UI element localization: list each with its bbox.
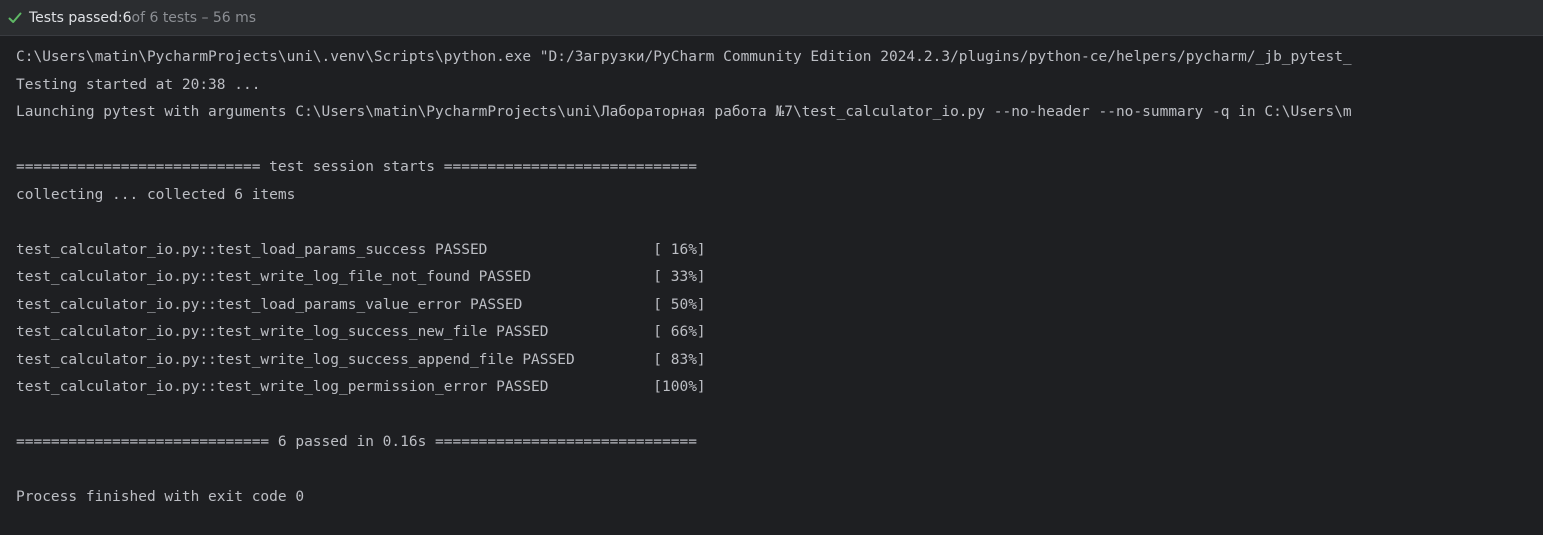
console-line: collecting ... collected 6 items (16, 186, 296, 203)
console-line: test_calculator_io.py::test_write_log_fi… (16, 269, 706, 285)
console-output[interactable]: C:\Users\matin\PycharmProjects\uni\.venv… (0, 44, 1543, 535)
tests-passed-count: 6 (122, 9, 132, 26)
console-line: ============================= 6 passed i… (16, 434, 697, 450)
console-line: test_calculator_io.py::test_load_params_… (16, 296, 706, 313)
tests-total-text: of 6 tests – 56 ms (131, 9, 257, 26)
console-line: C:\Users\matin\PycharmProjects\uni\.venv… (16, 49, 1352, 65)
console-line: test_calculator_io.py::test_load_params_… (16, 241, 706, 258)
console-line: test_calculator_io.py::test_write_log_su… (16, 351, 706, 368)
console-line: Process finished with exit code 0 (16, 489, 305, 505)
console-line: test_calculator_io.py::test_write_log_su… (16, 324, 706, 340)
console-line: ============================ test sessio… (16, 159, 697, 175)
console-line: Launching pytest with arguments C:\Users… (16, 104, 1352, 120)
console-line: Testing started at 20:38 ... (16, 76, 261, 93)
tests-passed-label: Tests passed: (29, 9, 123, 26)
console-line: test_calculator_io.py::test_write_log_pe… (16, 379, 706, 395)
test-status-bar: Tests passed: 6 of 6 tests – 56 ms (0, 0, 1543, 36)
check-icon (7, 10, 23, 26)
